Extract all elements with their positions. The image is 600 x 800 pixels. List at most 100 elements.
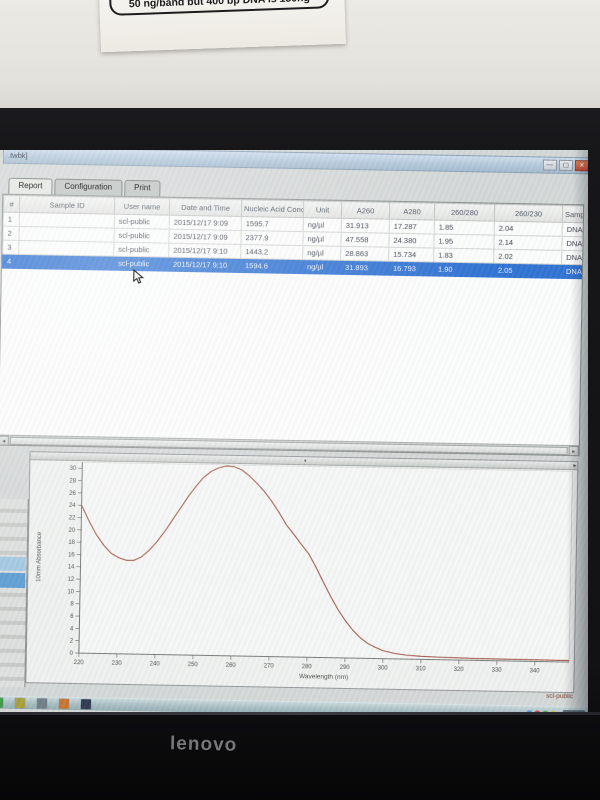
svg-text:300: 300 (378, 666, 389, 672)
svg-text:320: 320 (454, 667, 465, 673)
svg-text:220: 220 (74, 660, 85, 666)
splitter-handle-icon[interactable]: ▾ (304, 458, 307, 464)
minimize-button[interactable]: — (542, 159, 558, 171)
table-cell: 2015/12/17 9:10 (168, 257, 241, 273)
table-cell: scl-public (113, 242, 169, 258)
svg-text:16: 16 (68, 552, 75, 558)
taskbar-icon-green[interactable] (0, 697, 4, 708)
background-item-light (0, 556, 26, 572)
status-user-label: scl-public (546, 692, 574, 701)
scroll-right-arrow-icon[interactable]: ▸ (568, 445, 579, 456)
window-title: .twbk] (7, 150, 28, 161)
taskbar-app-icons (0, 697, 92, 710)
svg-text:30: 30 (70, 466, 77, 472)
table-cell: 24.380 (388, 233, 435, 249)
table-cell: 2377.9 (240, 230, 304, 246)
column-header[interactable]: 260/280 (434, 203, 495, 222)
spectrum-chart-panel: ▾ ▸ 0 2 4 6 8 10 12 14 16 18 20 22 24 26 28 30 220 230 240… (25, 451, 579, 694)
svg-text:8: 8 (70, 602, 74, 608)
table-cell: 28.863 (340, 246, 389, 262)
wall: 50 ng/band but 400 bp DNA is 150ng (0, 0, 600, 118)
table-cell: 1.83 (433, 248, 494, 264)
column-header[interactable]: Sample ID (19, 195, 115, 215)
svg-text:14: 14 (68, 565, 75, 571)
table-cell: 47.558 (340, 232, 390, 248)
taskbar-icon-orange[interactable] (58, 698, 70, 709)
close-button[interactable]: ✕ (574, 160, 588, 172)
sticky-note: 50 ng/band but 400 bp DNA is 150ng (99, 0, 346, 53)
table-cell: 16.793 (388, 261, 434, 277)
column-header[interactable]: Sample Type (562, 205, 585, 224)
table-cell: 2015/12/17 9:09 (169, 215, 242, 231)
svg-text:24: 24 (69, 503, 76, 509)
svg-text:240: 240 (150, 661, 161, 667)
table-cell: DNA (561, 264, 585, 280)
table-cell: 2.14 (493, 235, 563, 251)
spectrum-chart: 024681012141618202224262830220 230 240 250 2… (36, 461, 573, 681)
taskbar-icon-dark[interactable] (80, 699, 92, 710)
bezel-edge (0, 712, 600, 715)
titlebar[interactable]: .twbk] — ▢ ✕ (2, 150, 588, 175)
screen: .twbk] — ▢ ✕ Report Configuration Print # S… (0, 150, 588, 712)
column-header[interactable]: A280 (389, 202, 435, 221)
column-header[interactable]: Date and Time (169, 198, 242, 217)
table-cell: 1 (3, 212, 20, 227)
svg-text:28: 28 (69, 478, 76, 484)
taskbar[interactable] (0, 695, 588, 712)
table-cell: ng/µl (303, 217, 342, 233)
svg-text:340: 340 (530, 668, 541, 674)
svg-text:330: 330 (492, 668, 503, 674)
table-cell: 2015/12/17 9:10 (168, 243, 241, 259)
svg-text:10: 10 (67, 589, 74, 595)
table-cell: 2.04 (494, 221, 563, 237)
note-border: 50 ng/band but 400 bp DNA is 150ng (108, 0, 330, 16)
report-table-panel: # Sample ID User name Date and Time Nucleic … (0, 193, 585, 457)
table-cell: scl-public (113, 228, 170, 244)
table-cell: 1.95 (433, 234, 495, 250)
table-cell: 4 (2, 254, 19, 269)
column-header[interactable]: 260/230 (494, 204, 563, 223)
column-header[interactable]: Nucleic Acid Conc. (241, 199, 304, 218)
chart-scroll-right-arrow-icon[interactable]: ▸ (573, 462, 576, 469)
svg-text:6: 6 (70, 614, 74, 620)
table-cell: 3 (2, 240, 19, 255)
table-cell: ng/µl (302, 259, 341, 275)
column-header[interactable]: Unit (303, 200, 342, 219)
table-cell: 1.85 (434, 220, 495, 236)
maximize-button[interactable]: ▢ (558, 159, 574, 172)
tab-configuration[interactable]: Configuration (54, 178, 123, 196)
svg-text:10mm Absorbance: 10mm Absorbance (36, 531, 43, 582)
taskbar-icon-olive[interactable] (14, 697, 26, 709)
column-header[interactable]: # (3, 195, 20, 213)
table-cell: DNA (561, 236, 585, 252)
svg-text:4: 4 (70, 626, 74, 632)
desktop: .twbk] — ▢ ✕ Report Configuration Print # S… (0, 150, 588, 712)
tab-bar: Report Configuration Print (8, 177, 162, 197)
column-header[interactable]: A260 (341, 201, 390, 220)
table-cell: ng/µl (302, 231, 342, 247)
table-cell: 15.734 (388, 247, 434, 263)
column-header[interactable]: User name (114, 197, 170, 216)
table-cell: DNA (561, 250, 585, 266)
svg-text:2: 2 (70, 639, 74, 645)
table-cell: 1.90 (433, 262, 494, 278)
table-cell: 2.02 (493, 249, 562, 265)
table-cell: 31.893 (340, 260, 389, 276)
table-cell: 31.913 (341, 218, 390, 234)
monitor-bezel: .twbk] — ▢ ✕ Report Configuration Print # S… (0, 108, 600, 800)
table-cell: ng/µl (302, 245, 341, 261)
window-controls: — ▢ ✕ (542, 159, 588, 172)
background-window-edge (0, 498, 29, 688)
tab-report[interactable]: Report (8, 177, 53, 195)
table-cell: 2015/12/17 9:09 (168, 229, 242, 245)
table-cell: 17.287 (389, 219, 435, 235)
table-cell (18, 254, 114, 271)
svg-text:12: 12 (67, 577, 74, 583)
tab-print[interactable]: Print (123, 179, 161, 197)
scroll-left-arrow-icon[interactable]: ◂ (0, 435, 9, 446)
table-cell: 2 (2, 226, 20, 241)
svg-text:Wavelength (nm): Wavelength (nm) (299, 673, 348, 681)
table-cell: 1594.6 (240, 258, 303, 274)
taskbar-icon-gray[interactable] (36, 698, 48, 709)
svg-text:250: 250 (188, 662, 199, 668)
